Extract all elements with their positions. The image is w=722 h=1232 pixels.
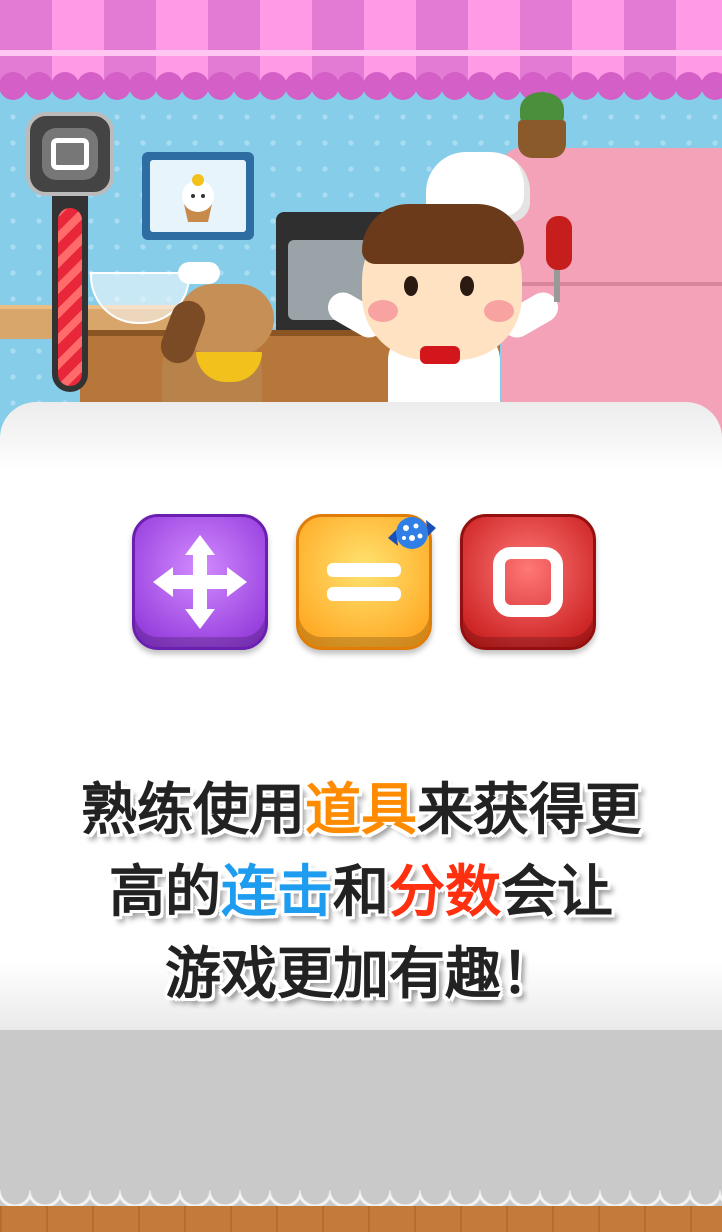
blue-candy-icon xyxy=(388,517,436,549)
bow-tie xyxy=(420,346,460,364)
bottom-tray xyxy=(0,1030,722,1210)
awning xyxy=(0,0,722,100)
gauge-cap-icon xyxy=(26,112,114,196)
message-line-1: 熟练使用道具来获得更 xyxy=(81,778,641,843)
tutorial-message: 熟练使用道具来获得更 高的连击和分数会让 游戏更加有趣！ xyxy=(0,770,722,1016)
message-line-3: 游戏更加有趣！ xyxy=(165,942,557,1007)
block-item-button[interactable] xyxy=(460,514,596,650)
spatula-icon xyxy=(546,216,572,270)
flower-pot xyxy=(518,120,566,158)
square-frame-icon xyxy=(493,547,563,617)
combo-gauge xyxy=(52,178,88,392)
wood-floor xyxy=(0,1206,722,1232)
move-item-button[interactable] xyxy=(132,514,268,650)
message-line-2: 高的连击和分数会让 xyxy=(109,860,613,925)
four-way-arrow-icon xyxy=(153,535,247,629)
cupcake-picture xyxy=(142,152,254,240)
kitchen-scene xyxy=(0,0,722,440)
combo-gauge-fill xyxy=(58,208,82,386)
